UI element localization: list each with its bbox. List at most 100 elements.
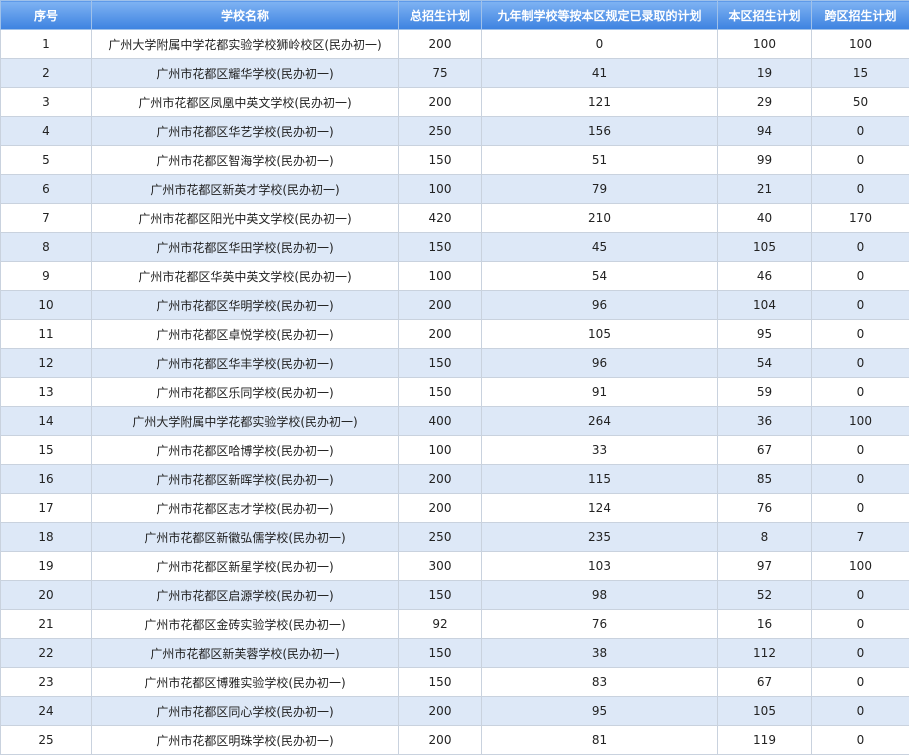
- table-row: 13 广州市花都区乐同学校(民办初一) 150 91 59 0: [0, 377, 909, 407]
- table-row: 14 广州大学附属中学花都实验学校(民办初一) 400 264 36 100: [0, 406, 909, 436]
- cell-total-plan: 100: [398, 261, 482, 291]
- cell-admitted-plan: 98: [481, 580, 718, 610]
- cell-total-plan: 200: [398, 725, 482, 755]
- cell-total-plan: 250: [398, 522, 482, 552]
- cell-admitted-plan: 95: [481, 696, 718, 726]
- cell-school-name: 广州市花都区乐同学校(民办初一): [91, 377, 399, 407]
- cell-total-plan: 100: [398, 435, 482, 465]
- cell-total-plan: 200: [398, 464, 482, 494]
- cell-cross-district-plan: 0: [811, 232, 909, 262]
- table-row: 23 广州市花都区博雅实验学校(民办初一) 150 83 67 0: [0, 667, 909, 697]
- cell-cross-district-plan: 0: [811, 493, 909, 523]
- cell-school-name: 广州市花都区华田学校(民办初一): [91, 232, 399, 262]
- table-row: 16 广州市花都区新晖学校(民办初一) 200 115 85 0: [0, 464, 909, 494]
- table-header-row: 序号 学校名称 总招生计划 九年制学校等按本区规定已录取的计划 本区招生计划 跨…: [0, 0, 909, 30]
- cell-school-name: 广州市花都区卓悦学校(民办初一): [91, 319, 399, 349]
- cell-serial-number: 14: [0, 406, 92, 436]
- cell-total-plan: 200: [398, 87, 482, 117]
- table-row: 4 广州市花都区华艺学校(民办初一) 250 156 94 0: [0, 116, 909, 146]
- cell-school-name: 广州市花都区明珠学校(民办初一): [91, 725, 399, 755]
- table-row: 22 广州市花都区新芙蓉学校(民办初一) 150 38 112 0: [0, 638, 909, 668]
- cell-serial-number: 7: [0, 203, 92, 233]
- cell-school-name: 广州市花都区华英中英文学校(民办初一): [91, 261, 399, 291]
- cell-serial-number: 25: [0, 725, 92, 755]
- cell-serial-number: 18: [0, 522, 92, 552]
- cell-serial-number: 12: [0, 348, 92, 378]
- table-row: 21 广州市花都区金砖实验学校(民办初一) 92 76 16 0: [0, 609, 909, 639]
- cell-admitted-plan: 83: [481, 667, 718, 697]
- cell-school-name: 广州市花都区博雅实验学校(民办初一): [91, 667, 399, 697]
- cell-total-plan: 100: [398, 174, 482, 204]
- header-serial-number: 序号: [0, 0, 92, 30]
- cell-local-plan: 105: [717, 696, 812, 726]
- cell-school-name: 广州市花都区新英才学校(民办初一): [91, 174, 399, 204]
- cell-school-name: 广州市花都区华艺学校(民办初一): [91, 116, 399, 146]
- cell-serial-number: 24: [0, 696, 92, 726]
- cell-cross-district-plan: 0: [811, 319, 909, 349]
- cell-cross-district-plan: 0: [811, 638, 909, 668]
- cell-cross-district-plan: 0: [811, 435, 909, 465]
- cell-serial-number: 9: [0, 261, 92, 291]
- cell-total-plan: 300: [398, 551, 482, 581]
- cell-local-plan: 29: [717, 87, 812, 117]
- cell-total-plan: 250: [398, 116, 482, 146]
- cell-local-plan: 8: [717, 522, 812, 552]
- cell-school-name: 广州市花都区新星学校(民办初一): [91, 551, 399, 581]
- cell-local-plan: 105: [717, 232, 812, 262]
- header-school-name: 学校名称: [91, 0, 399, 30]
- cell-local-plan: 36: [717, 406, 812, 436]
- cell-admitted-plan: 45: [481, 232, 718, 262]
- cell-school-name: 广州市花都区新晖学校(民办初一): [91, 464, 399, 494]
- cell-total-plan: 200: [398, 696, 482, 726]
- table-row: 7 广州市花都区阳光中英文学校(民办初一) 420 210 40 170: [0, 203, 909, 233]
- cell-school-name: 广州市花都区志才学校(民办初一): [91, 493, 399, 523]
- enrollment-plan-table: 序号 学校名称 总招生计划 九年制学校等按本区规定已录取的计划 本区招生计划 跨…: [0, 0, 909, 755]
- cell-admitted-plan: 96: [481, 348, 718, 378]
- header-local-plan: 本区招生计划: [717, 0, 812, 30]
- header-admitted-plan: 九年制学校等按本区规定已录取的计划: [481, 0, 718, 30]
- cell-local-plan: 119: [717, 725, 812, 755]
- cell-total-plan: 150: [398, 638, 482, 668]
- cell-total-plan: 150: [398, 580, 482, 610]
- cell-admitted-plan: 79: [481, 174, 718, 204]
- cell-admitted-plan: 54: [481, 261, 718, 291]
- cell-local-plan: 46: [717, 261, 812, 291]
- cell-cross-district-plan: 0: [811, 464, 909, 494]
- header-total-plan: 总招生计划: [398, 0, 482, 30]
- cell-serial-number: 20: [0, 580, 92, 610]
- cell-school-name: 广州市花都区新徽弘儒学校(民办初一): [91, 522, 399, 552]
- cell-school-name: 广州市花都区华明学校(民办初一): [91, 290, 399, 320]
- cell-admitted-plan: 33: [481, 435, 718, 465]
- table-row: 25 广州市花都区明珠学校(民办初一) 200 81 119 0: [0, 725, 909, 755]
- cell-total-plan: 200: [398, 29, 482, 59]
- cell-cross-district-plan: 0: [811, 580, 909, 610]
- cell-cross-district-plan: 100: [811, 406, 909, 436]
- table-row: 15 广州市花都区哈博学校(民办初一) 100 33 67 0: [0, 435, 909, 465]
- cell-admitted-plan: 41: [481, 58, 718, 88]
- cell-school-name: 广州大学附属中学花都实验学校(民办初一): [91, 406, 399, 436]
- table-row: 18 广州市花都区新徽弘儒学校(民办初一) 250 235 8 7: [0, 522, 909, 552]
- cell-local-plan: 97: [717, 551, 812, 581]
- cell-local-plan: 67: [717, 667, 812, 697]
- cell-total-plan: 150: [398, 667, 482, 697]
- cell-admitted-plan: 0: [481, 29, 718, 59]
- cell-local-plan: 94: [717, 116, 812, 146]
- cell-school-name: 广州市花都区智海学校(民办初一): [91, 145, 399, 175]
- cell-serial-number: 10: [0, 290, 92, 320]
- cell-serial-number: 2: [0, 58, 92, 88]
- cell-total-plan: 420: [398, 203, 482, 233]
- table-row: 11 广州市花都区卓悦学校(民办初一) 200 105 95 0: [0, 319, 909, 349]
- cell-total-plan: 150: [398, 348, 482, 378]
- cell-cross-district-plan: 0: [811, 609, 909, 639]
- cell-cross-district-plan: 100: [811, 29, 909, 59]
- table-row: 17 广州市花都区志才学校(民办初一) 200 124 76 0: [0, 493, 909, 523]
- cell-local-plan: 112: [717, 638, 812, 668]
- cell-cross-district-plan: 7: [811, 522, 909, 552]
- cell-local-plan: 76: [717, 493, 812, 523]
- cell-admitted-plan: 210: [481, 203, 718, 233]
- cell-total-plan: 200: [398, 493, 482, 523]
- cell-serial-number: 22: [0, 638, 92, 668]
- cell-cross-district-plan: 0: [811, 348, 909, 378]
- cell-serial-number: 19: [0, 551, 92, 581]
- cell-serial-number: 6: [0, 174, 92, 204]
